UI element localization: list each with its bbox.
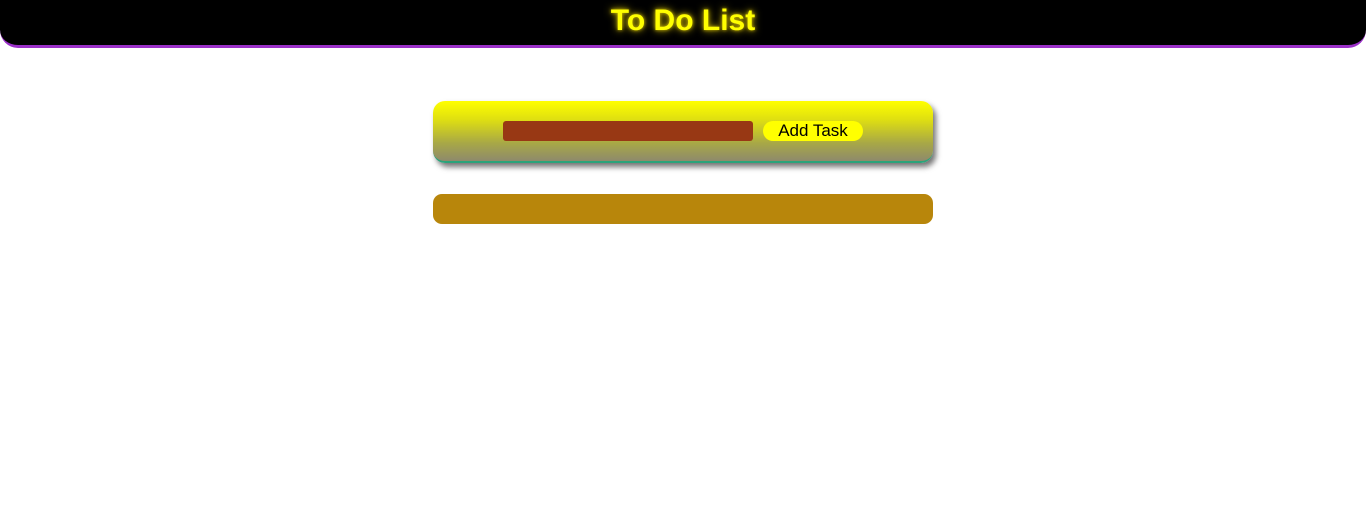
add-task-panel: Add Task — [433, 101, 933, 163]
task-list — [433, 194, 933, 224]
add-task-button[interactable]: Add Task — [763, 121, 863, 141]
task-input[interactable] — [503, 121, 753, 141]
app-header: To Do List — [0, 0, 1366, 48]
page-title: To Do List — [610, 3, 756, 37]
